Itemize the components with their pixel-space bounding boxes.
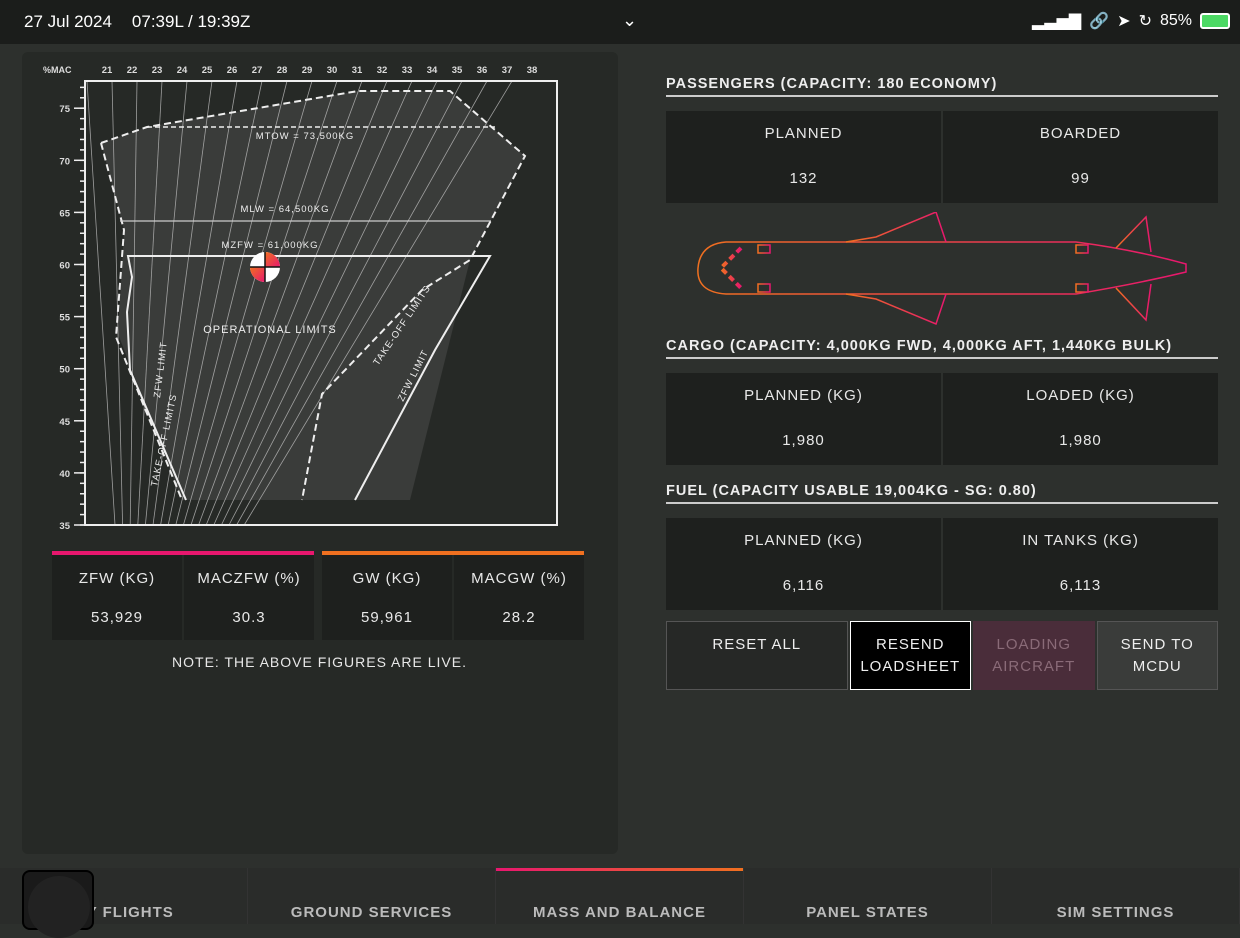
operational-limits-label: OPERATIONAL LIMITS (203, 324, 337, 336)
fuel-planned-label: PLANNED (KG) (744, 532, 863, 549)
x-tick-label: 34 (427, 65, 438, 76)
x-axis-label: %MAC (43, 65, 72, 75)
x-tick-label: 28 (277, 65, 288, 76)
home-button[interactable] (22, 870, 94, 938)
pax-boarded-value: 99 (1071, 170, 1090, 187)
load-panel: PASSENGERS (CAPACITY: 180 ECONOMY) PLANN… (640, 52, 1218, 854)
gw-value: 59,961 (361, 609, 413, 626)
x-tick-label: 33 (402, 65, 413, 76)
macgw-value: 28.2 (502, 609, 536, 626)
loading-aircraft-button[interactable]: LOADING AIRCRAFT (973, 621, 1095, 690)
mzfw-label: MZFW = 61,000KG (221, 240, 318, 251)
resend-loadsheet-button[interactable]: RESEND LOADSHEET (849, 621, 971, 690)
y-tick-label: 60 (59, 261, 70, 272)
chevron-down-icon[interactable]: ⌄ (622, 10, 637, 31)
x-tick-label: 30 (327, 65, 338, 76)
gw-label: GW (KG) (352, 570, 422, 587)
live-note: NOTE: THE ABOVE FIGURES ARE LIVE. (172, 654, 467, 670)
x-tick-label: 25 (202, 65, 213, 76)
zfw-group: ZFW (KG) 53,929 MACZFW (%) 30.3 (52, 551, 314, 640)
y-tick-label: 70 (59, 156, 70, 167)
maczfw-value: 30.3 (232, 609, 266, 626)
cargo-planned-card: PLANNED (KG) 1,980 (666, 373, 941, 465)
tab-sim-settings[interactable]: SIM SETTINGS (992, 868, 1240, 924)
cargo-planned-label: PLANNED (KG) (744, 387, 863, 404)
zfw-value: 53,929 (91, 609, 143, 626)
y-tick-label: 35 (59, 521, 70, 532)
pax-planned-label: PLANNED (764, 125, 843, 142)
gw-stat: GW (KG) 59,961 (322, 555, 452, 640)
mtow-label: MTOW = 73,500KG (256, 131, 355, 142)
rotation-lock-icon: ↻ (1138, 13, 1152, 30)
y-tick-label: 75 (59, 104, 70, 115)
zfw-stat: ZFW (KG) 53,929 (52, 555, 182, 640)
x-tick-label: 32 (377, 65, 388, 76)
pax-planned-card: PLANNED 132 (666, 111, 941, 203)
cargo-loaded-card: LOADED (KG) 1,980 (943, 373, 1218, 465)
signal-icon: ▂▃▅▇ (1032, 13, 1082, 30)
x-tick-label: 23 (152, 65, 163, 76)
maczfw-label: MACZFW (%) (197, 570, 301, 587)
y-tick-label: 40 (59, 469, 70, 480)
send-to-mcdu-button[interactable]: SEND TO MCDU (1096, 621, 1218, 690)
pax-boarded-card: BOARDED 99 (943, 111, 1218, 203)
status-bar: 27 Jul 2024 07:39L / 19:39Z ⌄ ▂▃▅▇ 🔗 ➤ ↻… (0, 0, 1240, 44)
date: 27 Jul 2024 (24, 12, 112, 31)
tab-mass-and-balance[interactable]: MASS AND BALANCE (496, 868, 744, 924)
fuel-planned-value: 6,116 (782, 577, 825, 594)
cg-envelope-chart: %MAC 21 22 23 24 25 26 27 28 29 30 31 32 33 34 35 36 37 3… (43, 65, 558, 532)
macgw-stat: MACGW (%) 28.2 (454, 555, 584, 640)
cargo-loaded-label: LOADED (KG) (1026, 387, 1135, 404)
x-tick-label: 36 (477, 65, 488, 76)
fuel-tanks-card: IN TANKS (KG) 6,113 (943, 518, 1218, 610)
y-tick-label: 50 (59, 365, 70, 376)
pax-boarded-label: BOARDED (1039, 125, 1122, 142)
cargo-title: CARGO (CAPACITY: 4,000KG FWD, 4,000KG AF… (666, 338, 1218, 359)
fuel-title: FUEL (CAPACITY USABLE 19,004KG - SG: 0.8… (666, 483, 1218, 504)
macgw-label: MACGW (%) (471, 570, 567, 587)
tab-ground-services[interactable]: GROUND SERVICES (248, 868, 496, 924)
zfw-label: ZFW (KG) (78, 570, 156, 587)
x-tick-label: 31 (352, 65, 363, 76)
y-tick-label: 45 (59, 417, 70, 428)
cargo-planned-value: 1,980 (782, 432, 825, 449)
reset-all-button[interactable]: RESET ALL (666, 621, 848, 690)
gw-group: GW (KG) 59,961 MACGW (%) 28.2 (322, 551, 584, 640)
x-tick-label: 26 (227, 65, 238, 76)
aircraft-diagram (697, 212, 1187, 326)
x-tick-label: 29 (302, 65, 313, 76)
link-icon: 🔗 (1089, 13, 1110, 30)
mlw-label: MLW = 64,500KG (240, 204, 329, 215)
tab-panel-states[interactable]: PANEL STATES (744, 868, 992, 924)
fuel-tanks-label: IN TANKS (KG) (1022, 532, 1139, 549)
x-tick-label: 22 (127, 65, 138, 76)
bottom-tab-bar: MY FLIGHTS GROUND SERVICES MASS AND BALA… (0, 868, 1240, 924)
cargo-loaded-value: 1,980 (1059, 432, 1102, 449)
x-tick-label: 21 (102, 65, 113, 76)
fuel-tanks-value: 6,113 (1059, 577, 1102, 594)
x-tick-label: 38 (527, 65, 538, 76)
battery-percent: 85% (1159, 12, 1192, 29)
battery-icon (1200, 13, 1230, 29)
y-tick-label: 55 (59, 313, 70, 324)
x-tick-label: 24 (177, 65, 188, 76)
x-tick-label: 35 (452, 65, 463, 76)
home-icon (28, 876, 90, 938)
location-icon: ➤ (1117, 13, 1131, 30)
cg-marker (250, 252, 280, 282)
y-tick-label: 65 (59, 208, 70, 219)
x-tick-label: 27 (252, 65, 263, 76)
passengers-title: PASSENGERS (CAPACITY: 180 ECONOMY) (666, 76, 1218, 97)
x-tick-label: 37 (502, 65, 513, 76)
time: 07:39L / 19:39Z (131, 12, 251, 31)
pax-planned-value: 132 (789, 170, 818, 187)
maczfw-stat: MACZFW (%) 30.3 (184, 555, 314, 640)
fuel-planned-card: PLANNED (KG) 6,116 (666, 518, 941, 610)
